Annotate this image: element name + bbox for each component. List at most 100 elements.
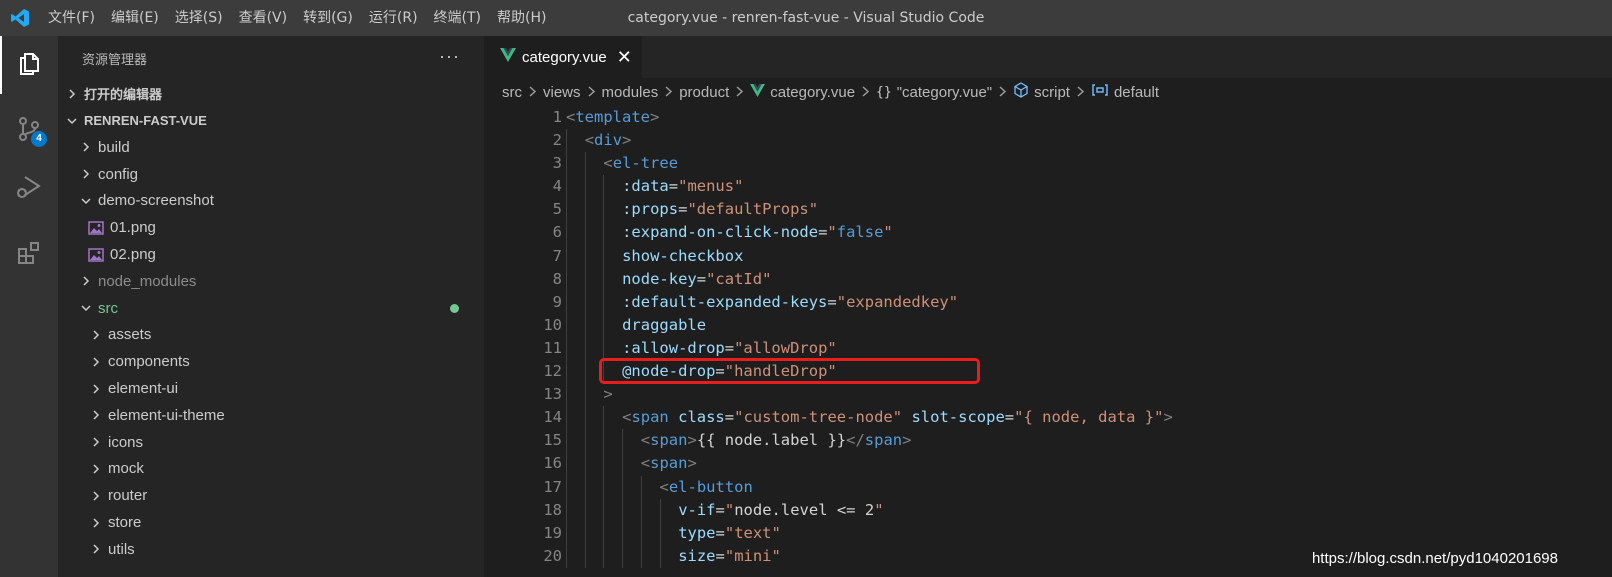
code-token: :expand-on-click-node xyxy=(622,223,819,242)
code-token: = xyxy=(827,292,837,311)
line-number: 2 xyxy=(552,131,562,150)
menu-item[interactable]: 帮助(H) xyxy=(489,0,554,36)
source-control-button[interactable]: 4 xyxy=(0,102,58,160)
indent-guide xyxy=(603,221,605,245)
line-number: 1 xyxy=(552,108,562,126)
chevron-right-icon xyxy=(88,381,104,397)
chevron-right-icon xyxy=(88,461,104,477)
chevron-right-icon xyxy=(88,434,104,450)
vue-icon xyxy=(750,83,766,101)
tab-bar: category.vue ✕ xyxy=(484,36,1612,78)
code-token: < xyxy=(640,454,651,473)
tree-folder[interactable]: assets xyxy=(58,322,484,349)
tree-folder[interactable]: mock xyxy=(58,456,484,483)
indent-guide xyxy=(584,267,586,291)
menu-item[interactable]: 运行(R) xyxy=(361,0,426,36)
code-editor[interactable]: 1 <template> 2 <div> 3 <el-tree 4:data="menus"… xyxy=(484,106,1612,577)
chevron-right-icon xyxy=(1076,84,1085,101)
code-text: :default-expanded-keys="expandedkey" xyxy=(622,291,958,314)
code-token: = xyxy=(724,408,735,427)
menu-item[interactable]: 选择(S) xyxy=(167,0,231,36)
tree-folder[interactable]: element-ui xyxy=(58,375,484,402)
tree-file[interactable]: 01.png xyxy=(58,214,484,241)
indent-guide xyxy=(584,244,586,268)
code-token: :allow-drop xyxy=(622,338,725,357)
indent-guide xyxy=(566,498,567,522)
extensions-button[interactable] xyxy=(0,226,58,284)
menu-item[interactable]: 转到(G) xyxy=(295,0,361,36)
menu-item[interactable]: 查看(V) xyxy=(231,0,296,36)
line-number: 10 xyxy=(543,315,562,334)
tree-item-label: src xyxy=(98,299,118,317)
chevron-down-icon xyxy=(64,113,80,129)
chevron-right-icon xyxy=(78,166,94,182)
tree-folder[interactable]: build xyxy=(58,134,484,161)
indent-guide xyxy=(622,498,624,522)
tree-file[interactable]: 02.png xyxy=(58,241,484,268)
open-editors-section[interactable]: 打开的编辑器 xyxy=(58,80,484,107)
menu-item[interactable]: 编辑(E) xyxy=(103,0,167,36)
indent-guide xyxy=(603,267,605,291)
breadcrumb-item[interactable]: script xyxy=(1034,84,1070,101)
breadcrumb-item[interactable]: default xyxy=(1114,84,1159,101)
close-icon[interactable]: ✕ xyxy=(617,47,632,68)
code-line: 4:data="menus" xyxy=(484,175,1612,199)
tree-item-label: node_modules xyxy=(98,272,197,290)
breadcrumb-item[interactable]: views xyxy=(543,84,581,101)
highlight-annotation xyxy=(599,358,980,384)
breadcrumb-item[interactable]: product xyxy=(679,84,729,101)
code-token: = xyxy=(818,223,828,242)
tree-folder[interactable]: icons xyxy=(58,429,484,456)
tree-folder[interactable]: src xyxy=(58,295,484,322)
tree-folder[interactable]: store xyxy=(58,509,484,536)
code-token: </ xyxy=(846,431,865,450)
editor-area: category.vue ✕ src views modules product cat… xyxy=(484,36,1612,577)
tree-folder[interactable]: components xyxy=(58,348,484,375)
code-token: = xyxy=(715,546,725,565)
chevron-down-icon xyxy=(78,300,94,316)
indent-guide xyxy=(584,498,586,522)
line-number: 19 xyxy=(543,523,562,542)
indent-guide xyxy=(584,452,586,476)
project-section[interactable]: RENREN-FAST-VUE xyxy=(58,107,484,134)
line-number: 16 xyxy=(543,454,562,473)
activity-bar: 4 xyxy=(0,36,58,577)
tree-folder[interactable]: element-ui-theme xyxy=(58,402,484,429)
menu-item[interactable]: 文件(F) xyxy=(40,0,103,36)
tree-folder[interactable]: config xyxy=(58,161,484,188)
code-text: type="text" xyxy=(678,522,781,545)
indent-guide xyxy=(603,521,605,545)
indent-guide xyxy=(566,267,567,291)
tree-folder[interactable]: router xyxy=(58,482,484,509)
code-text: > xyxy=(603,383,612,406)
code-token: < xyxy=(603,154,613,173)
indent-guide xyxy=(566,198,567,222)
indent-guide xyxy=(566,475,567,499)
tree-folder[interactable]: utils xyxy=(58,536,484,563)
files-icon xyxy=(16,49,44,81)
breadcrumb-item[interactable]: "category.vue" xyxy=(897,84,992,101)
more-actions-icon[interactable]: ··· xyxy=(439,46,460,67)
explorer-button[interactable] xyxy=(0,36,58,94)
chevron-down-icon xyxy=(78,193,94,209)
code-token: > xyxy=(622,131,632,150)
run-debug-button[interactable] xyxy=(0,160,58,218)
menu-item[interactable]: 终端(T) xyxy=(426,0,489,36)
tab-category-vue[interactable]: category.vue ✕ xyxy=(484,36,642,78)
breadcrumb-item[interactable]: modules xyxy=(602,84,659,101)
line-number: 4 xyxy=(552,177,562,196)
tree-item-label: build xyxy=(98,138,130,156)
code-text: draggable xyxy=(622,314,706,337)
code-line: 19 type="text" xyxy=(484,521,1612,545)
indent-guide xyxy=(584,475,586,499)
tree-folder[interactable]: node_modules xyxy=(58,268,484,295)
tree-folder[interactable]: demo-screenshot xyxy=(58,188,484,215)
breadcrumb-item[interactable]: src xyxy=(502,84,522,101)
tree-item-label: assets xyxy=(108,326,152,344)
code-token: el-tree xyxy=(612,154,679,173)
breadcrumb-item[interactable]: category.vue xyxy=(770,84,855,101)
code-token: :data xyxy=(622,177,669,196)
line-number: 12 xyxy=(543,362,562,381)
chevron-right-icon xyxy=(88,407,104,423)
code-token: :props xyxy=(622,200,679,219)
